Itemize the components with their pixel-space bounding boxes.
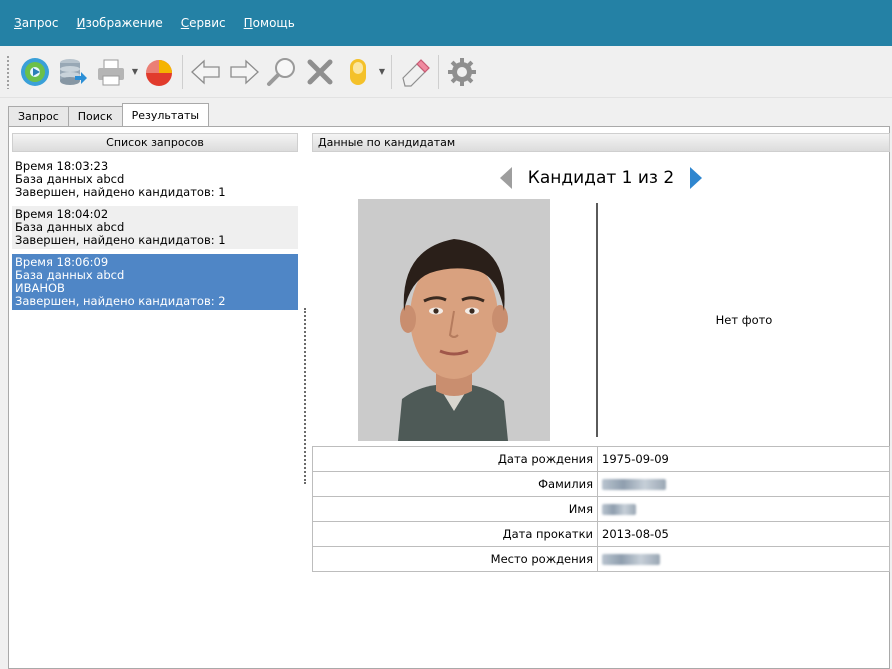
- request-status: Завершен, найдено кандидатов: 1: [15, 233, 226, 247]
- requests-list: Время 18:03:23 База данных abcd Завершен…: [12, 158, 298, 310]
- candidate-title: Кандидат 1 из 2: [527, 168, 675, 188]
- candidate-photo: [358, 199, 550, 441]
- prev-candidate-button[interactable]: [498, 165, 514, 191]
- tab-results[interactable]: Результаты: [121, 103, 210, 126]
- field-value: 1975-09-09: [597, 446, 890, 472]
- arrow-right-icon[interactable]: [225, 52, 263, 92]
- menu-image[interactable]: Изображение: [76, 16, 162, 30]
- panel-splitter[interactable]: [304, 308, 306, 484]
- tab-request[interactable]: Запрос: [8, 106, 69, 126]
- list-item[interactable]: Время 18:04:02 База данных abcd Завершен…: [12, 206, 298, 249]
- finger-dropdown-icon[interactable]: ▼: [377, 52, 387, 92]
- toolbar: ▼ ▼: [0, 46, 892, 98]
- field-value-redacted: [597, 496, 890, 522]
- candidate-data-table: Дата рождения 1975-09-09 Фамилия Имя Дат…: [312, 446, 890, 572]
- pie-chart-icon[interactable]: [140, 52, 178, 92]
- eraser-icon[interactable]: [396, 52, 434, 92]
- list-item[interactable]: Время 18:03:23 База данных abcd Завершен…: [12, 158, 298, 201]
- candidates-panel: Данные по кандидатам Кандидат 1 из 2 Нет…: [312, 133, 890, 669]
- delete-icon[interactable]: [301, 52, 339, 92]
- print-icon[interactable]: [92, 52, 130, 92]
- tab-search[interactable]: Поиск: [67, 106, 123, 126]
- field-label: Фамилия: [312, 471, 598, 497]
- menu-bar: Запрос Изображение Сервис Помощь: [0, 0, 892, 46]
- toolbar-separator: [182, 54, 183, 89]
- requests-header: Список запросов: [12, 133, 298, 152]
- arrow-left-icon[interactable]: [187, 52, 225, 92]
- candidate-navigator: Кандидат 1 из 2: [312, 163, 890, 193]
- request-status: Завершен, найдено кандидатов: 1: [15, 185, 226, 199]
- request-status: Завершен, найдено кандидатов: 2: [15, 294, 226, 308]
- gear-icon[interactable]: [443, 52, 481, 92]
- table-row: Имя: [312, 496, 890, 522]
- field-value-redacted: [597, 471, 890, 497]
- toolbar-grip[interactable]: [6, 54, 10, 89]
- list-item-selected[interactable]: Время 18:06:09 База данных abcd ИВАНОВ З…: [12, 254, 298, 310]
- zoom-icon[interactable]: [263, 52, 301, 92]
- finger-icon[interactable]: [339, 52, 377, 92]
- field-label: Место рождения: [312, 546, 598, 572]
- print-dropdown-icon[interactable]: ▼: [130, 52, 140, 92]
- field-value-redacted: [597, 546, 890, 572]
- candidates-header: Данные по кандидатам: [312, 133, 890, 152]
- application-window: Запрос Изображение Сервис Помощь ▼ ▼ Зап…: [0, 0, 892, 669]
- menu-help[interactable]: Помощь: [244, 16, 295, 30]
- table-row: Дата прокатки 2013-08-05: [312, 521, 890, 547]
- menu-service[interactable]: Сервис: [181, 16, 226, 30]
- scan-disc-icon[interactable]: [16, 52, 54, 92]
- field-label: Дата рождения: [312, 446, 598, 472]
- field-label: Дата прокатки: [312, 521, 598, 547]
- table-row: Место рождения: [312, 546, 890, 572]
- requests-panel: Список запросов Время 18:03:23 База данн…: [12, 133, 298, 669]
- table-row: Фамилия: [312, 471, 890, 497]
- field-value: 2013-08-05: [597, 521, 890, 547]
- table-row: Дата рождения 1975-09-09: [312, 446, 890, 472]
- menu-request[interactable]: Запрос: [14, 16, 58, 30]
- field-label: Имя: [312, 496, 598, 522]
- next-candidate-button[interactable]: [688, 165, 704, 191]
- toolbar-separator: [391, 54, 392, 89]
- toolbar-separator: [438, 54, 439, 89]
- tab-bar: Запрос Поиск Результаты: [8, 103, 210, 126]
- database-export-icon[interactable]: [54, 52, 92, 92]
- no-photo-label: Нет фото: [715, 313, 773, 327]
